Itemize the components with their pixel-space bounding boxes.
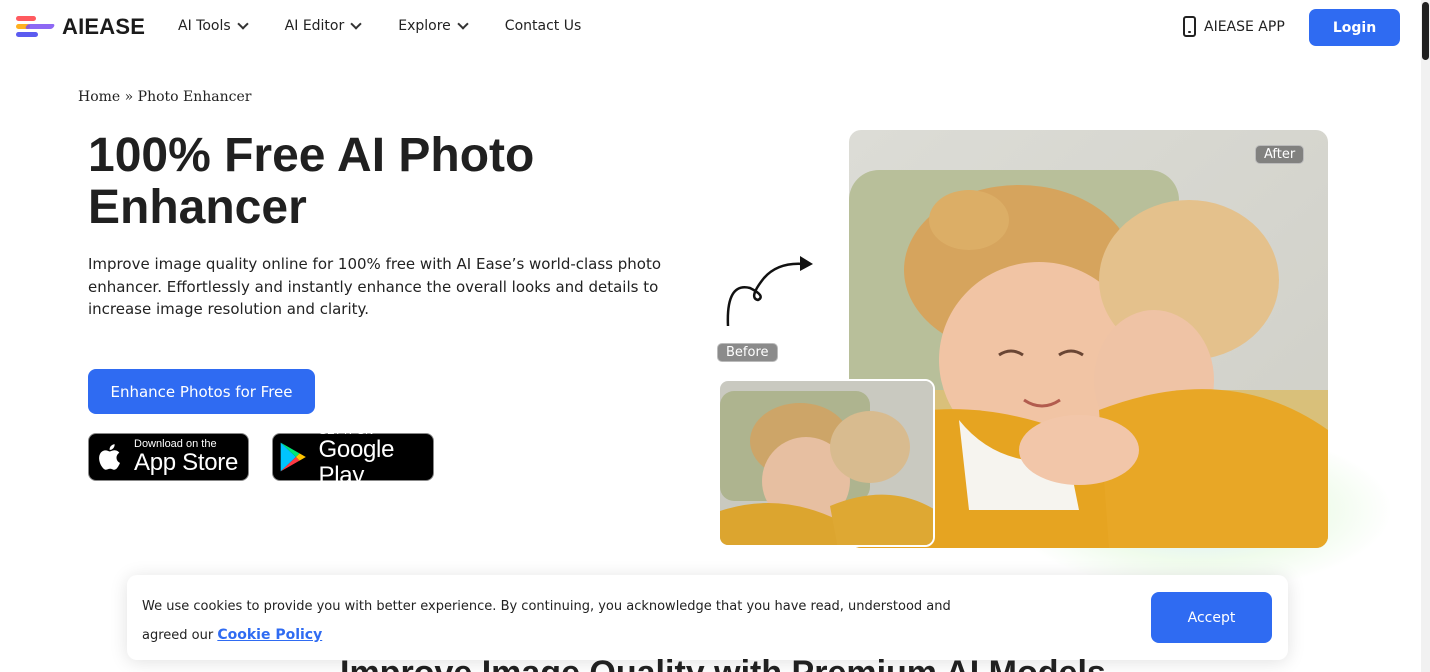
nav-label: AI Tools	[178, 18, 231, 34]
after-label: After	[1255, 145, 1305, 164]
curved-arrow-icon	[726, 256, 813, 327]
before-label: Before	[717, 343, 778, 362]
scrollbar[interactable]	[1421, 0, 1430, 672]
nav-contact-us[interactable]: Contact Us	[505, 18, 581, 34]
before-image	[718, 379, 935, 547]
google-play-big-text: Google Play	[318, 436, 395, 489]
logo[interactable]: AIEASE	[16, 14, 145, 40]
cookie-banner: We use cookies to provide you with bette…	[127, 575, 1288, 660]
cookie-policy-link[interactable]: Cookie Policy	[217, 627, 322, 643]
google-play-badge[interactable]: GET IT ON Google Play	[272, 425, 434, 489]
google-play-icon	[280, 442, 306, 472]
chevron-down-icon	[236, 18, 249, 30]
chevron-down-icon	[350, 18, 362, 30]
apple-icon	[99, 444, 120, 470]
nav-ai-editor[interactable]: AI Editor	[284, 18, 362, 34]
nav-label: AI Editor	[284, 18, 345, 34]
accept-cookies-button[interactable]: Accept	[1151, 592, 1272, 643]
breadcrumb[interactable]: Home » Photo Enhancer	[78, 89, 251, 105]
phone-icon	[1183, 16, 1196, 37]
logo-icon	[16, 15, 56, 39]
enhance-photos-button[interactable]: Enhance Photos for Free	[88, 369, 315, 414]
section-heading: Improve Image Quality with Premium AI Mo…	[340, 654, 1106, 672]
hero-description: Improve image quality online for 100% fr…	[88, 255, 662, 318]
login-button[interactable]: Login	[1309, 9, 1400, 46]
app-store-big-text: App Store	[134, 449, 239, 476]
app-link-label: AIEASE APP	[1204, 18, 1285, 35]
logo-text: AIEASE	[62, 14, 146, 39]
page-title: 100% Free AI Photo Enhancer	[88, 129, 535, 234]
nav-label: Contact Us	[504, 18, 582, 34]
chevron-down-icon	[457, 18, 469, 30]
app-download-link[interactable]: AIEASE APP	[1183, 16, 1285, 37]
site-header: AIEASE AI Tools AI Editor Explore Contac…	[0, 0, 1430, 56]
nav-ai-tools[interactable]: AI Tools	[178, 18, 249, 34]
nav-label: Explore	[398, 18, 451, 34]
nav-explore[interactable]: Explore	[398, 18, 469, 34]
main-nav: AI Tools AI Editor Explore Contact Us	[178, 18, 581, 34]
cookie-text: We use cookies to provide you with bette…	[142, 593, 962, 650]
app-store-badge[interactable]: Download on the App Store	[88, 433, 249, 481]
scrollbar-thumb[interactable]	[1422, 2, 1429, 60]
